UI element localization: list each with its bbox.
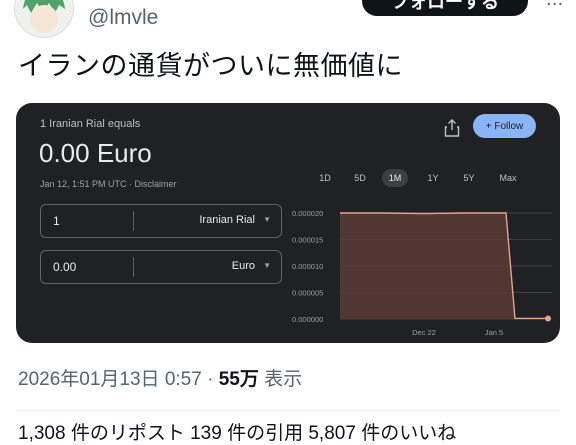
card-date-line[interactable]: Jan 12, 1:51 PM UTC · Disclaimer (40, 179, 177, 189)
field-divider (133, 211, 134, 231)
more-options-icon[interactable]: ··· (546, 0, 563, 10)
x-tick-label: Dec 22 (412, 328, 436, 337)
avatar[interactable] (14, 0, 74, 38)
exchange-rate-chart[interactable]: 0.000020 0.000015 0.000010 0.000005 0.000000… (286, 201, 560, 343)
y-tick-label: 0.000000 (292, 315, 323, 324)
to-currency-select[interactable]: Euro (232, 260, 255, 272)
view-count: 55万 (219, 369, 259, 390)
range-tab-1d[interactable]: 1D (312, 169, 338, 187)
engagement-stats[interactable]: 1,308 件のリポスト 139 件の引用 5,807 件のいいね (18, 418, 456, 445)
dropdown-caret-icon[interactable]: ▼ (263, 215, 271, 224)
tweet-timestamp[interactable]: 2026年01月13日 0:57 (18, 369, 202, 390)
y-tick-label: 0.000015 (292, 236, 323, 245)
range-tabs: 1D 5D 1M 1Y 5Y Max (312, 169, 550, 189)
range-tab-5d[interactable]: 5D (347, 169, 373, 187)
card-subtitle: 1 Iranian Rial equals (40, 118, 140, 130)
view-count-label: 表示 (264, 369, 302, 390)
y-tick-label: 0.000010 (292, 262, 323, 271)
share-icon[interactable] (444, 119, 460, 137)
user-handle[interactable]: @lmvle (88, 6, 158, 30)
series-end-point (545, 315, 551, 321)
from-amount-field[interactable]: 1 Iranian Rial ▼ (40, 204, 282, 238)
from-currency-select[interactable]: Iranian Rial (199, 214, 255, 226)
currency-converter-card: 1 Iranian Rial equals 0.00 Euro Jan 12, … (16, 103, 560, 343)
range-tab-max[interactable]: Max (492, 169, 524, 187)
google-follow-button[interactable]: + Follow (473, 114, 536, 138)
separator-dot: · (207, 369, 213, 390)
range-tab-1m[interactable]: 1M (382, 169, 408, 187)
to-amount-input[interactable]: 0.00 (53, 260, 76, 274)
card-value: 0.00 Euro (39, 138, 152, 169)
to-amount-field[interactable]: 0.00 Euro ▼ (40, 250, 282, 284)
x-tick-label: Jan 5 (485, 328, 503, 337)
range-tab-5y[interactable]: 5Y (456, 169, 482, 187)
tweet-text: イランの通貨がついに無価値に (18, 44, 403, 83)
dropdown-caret-icon[interactable]: ▼ (263, 261, 271, 270)
field-divider (133, 257, 134, 277)
follow-button[interactable]: フォローする (362, 0, 528, 16)
tweet-timestamp-line: 2026年01月13日 0:57 · 55万 表示 (18, 364, 302, 391)
y-tick-label: 0.000020 (292, 209, 323, 218)
range-tab-1y[interactable]: 1Y (420, 169, 446, 187)
y-tick-label: 0.000005 (292, 289, 323, 298)
divider (16, 410, 560, 411)
from-amount-input[interactable]: 1 (53, 214, 60, 228)
